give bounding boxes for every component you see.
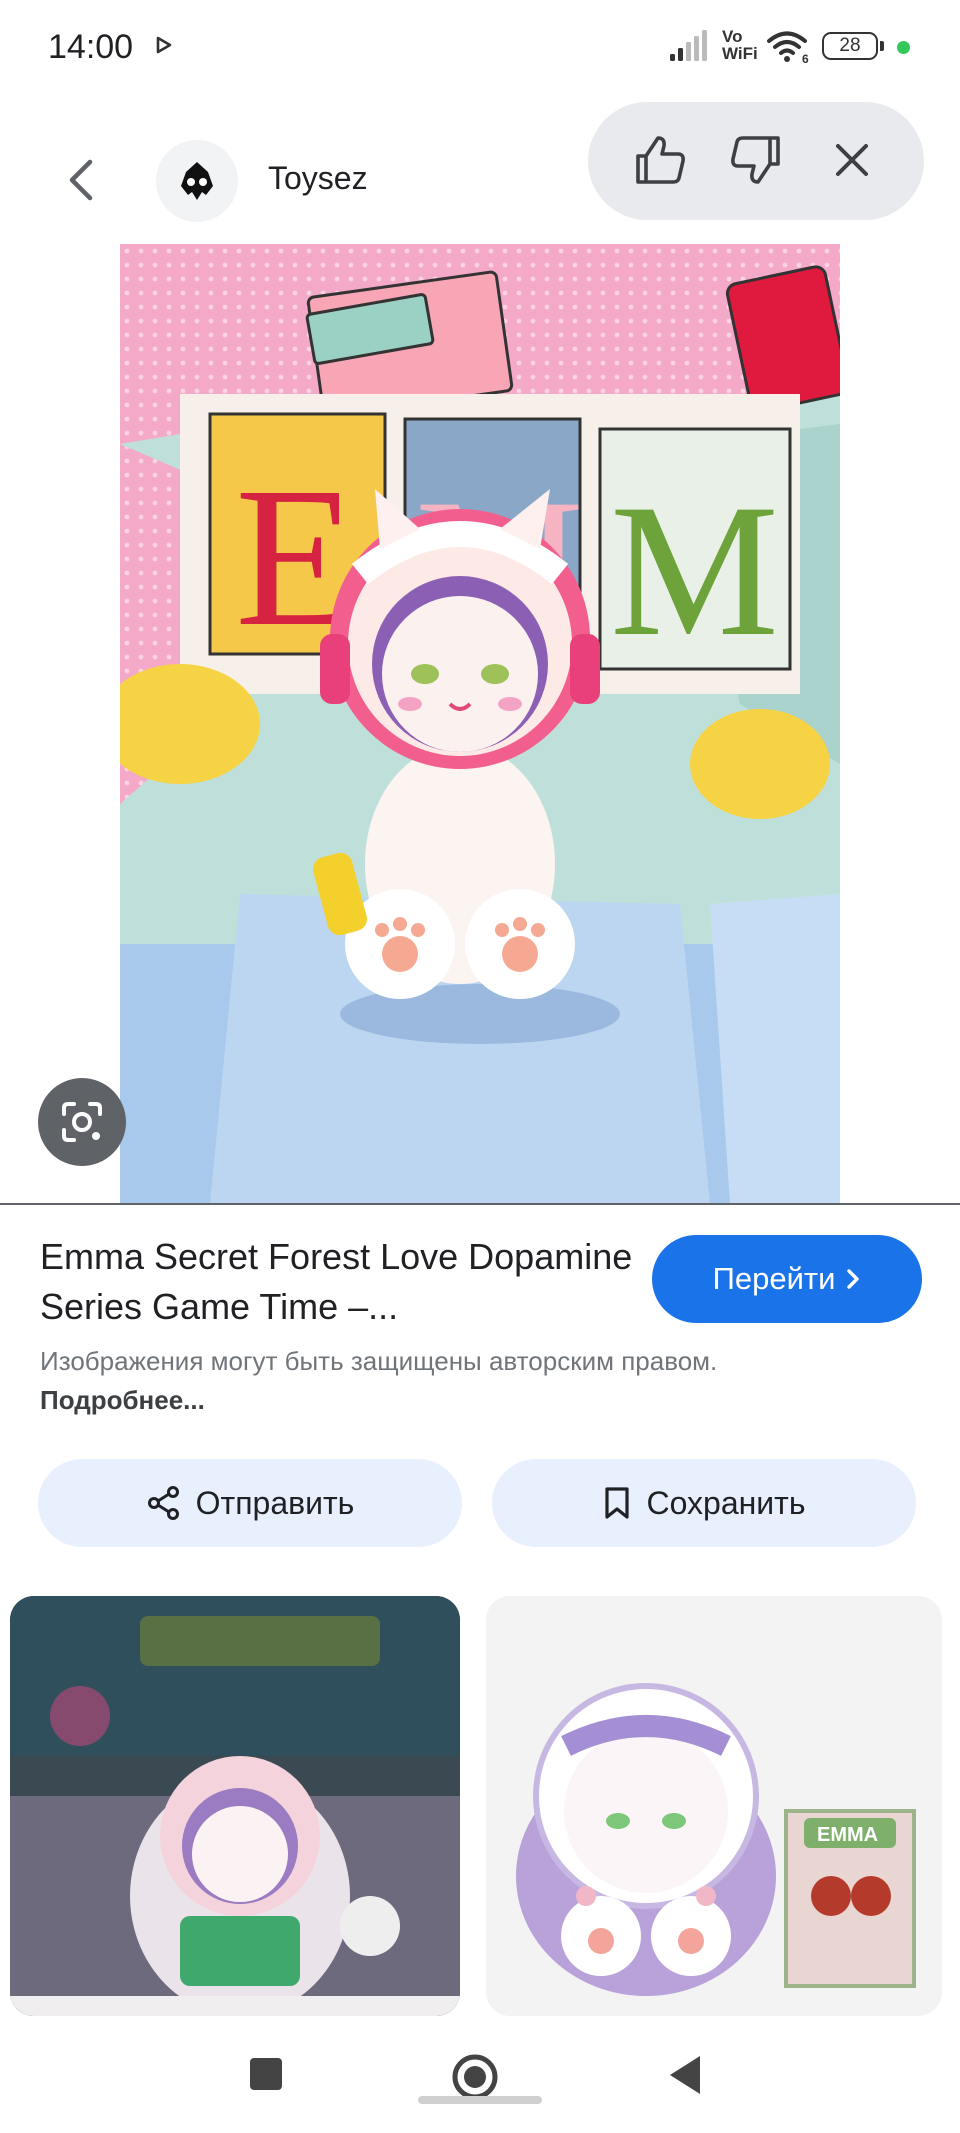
save-label: Сохранить <box>646 1484 806 1521</box>
visit-button[interactable]: Перейти <box>652 1235 922 1323</box>
status-time: 14:00 <box>48 28 134 66</box>
copyright-notice: Изображения могут быть защищены авторски… <box>40 1346 718 1415</box>
visit-label: Перейти <box>712 1261 836 1296</box>
thumb-down-icon <box>731 136 780 184</box>
thumb-up-button[interactable] <box>628 128 692 192</box>
system-nav-bar <box>0 2016 960 2133</box>
related-photo-2: EMMA <box>486 1596 942 2016</box>
play-icon <box>156 36 172 54</box>
svg-text:6: 6 <box>802 52 809 64</box>
image-divider <box>0 1203 960 1205</box>
battery-tip <box>880 41 884 51</box>
battery-indicator: 28 <box>822 32 878 60</box>
svg-text:EMMA: EMMA <box>817 1824 878 1846</box>
related-image-2[interactable]: EMMA <box>486 1596 942 2016</box>
home-button[interactable] <box>450 2052 500 2102</box>
chevron-left-icon <box>69 159 93 201</box>
emma-figure-photo: E M M <box>120 244 840 1204</box>
share-icon <box>147 1486 179 1520</box>
recents-button[interactable] <box>248 2056 284 2092</box>
bookmark-icon <box>605 1487 630 1519</box>
back-button[interactable] <box>60 152 100 208</box>
share-label: Отправить <box>195 1484 355 1521</box>
thumb-down-button[interactable] <box>724 128 788 192</box>
wifi-icon: 6 <box>767 31 809 64</box>
privacy-dot <box>897 41 910 54</box>
source-name[interactable]: Toysez <box>268 160 368 197</box>
gesture-handle <box>418 2096 542 2104</box>
svg-text:M: M <box>610 466 779 676</box>
status-bar: 14:00 Vo WiFi 6 28 <box>0 0 960 100</box>
signal-icon <box>670 30 707 61</box>
feedback-pill <box>588 102 924 220</box>
source-avatar[interactable] <box>156 140 238 222</box>
main-product-image[interactable]: E M M <box>120 244 840 1204</box>
related-image-1[interactable] <box>10 1596 460 2016</box>
thumb-up-icon <box>636 136 685 184</box>
share-button[interactable]: Отправить <box>38 1459 462 1547</box>
back-nav-button[interactable] <box>666 2054 704 2096</box>
close-button[interactable] <box>820 128 884 192</box>
close-icon <box>836 144 868 176</box>
result-title[interactable]: Emma Secret Forest Love Dopamine Series … <box>40 1232 640 1332</box>
save-button[interactable]: Сохранить <box>492 1459 916 1547</box>
lens-search-button[interactable] <box>38 1078 126 1166</box>
related-photo-1 <box>10 1596 460 2016</box>
chevron-right-icon <box>847 1269 860 1289</box>
lens-icon <box>62 1102 102 1142</box>
vowifi-indicator: Vo WiFi <box>722 27 758 63</box>
toysez-logo-icon <box>181 162 213 200</box>
learn-more-link[interactable]: Подробнее... <box>40 1385 205 1415</box>
